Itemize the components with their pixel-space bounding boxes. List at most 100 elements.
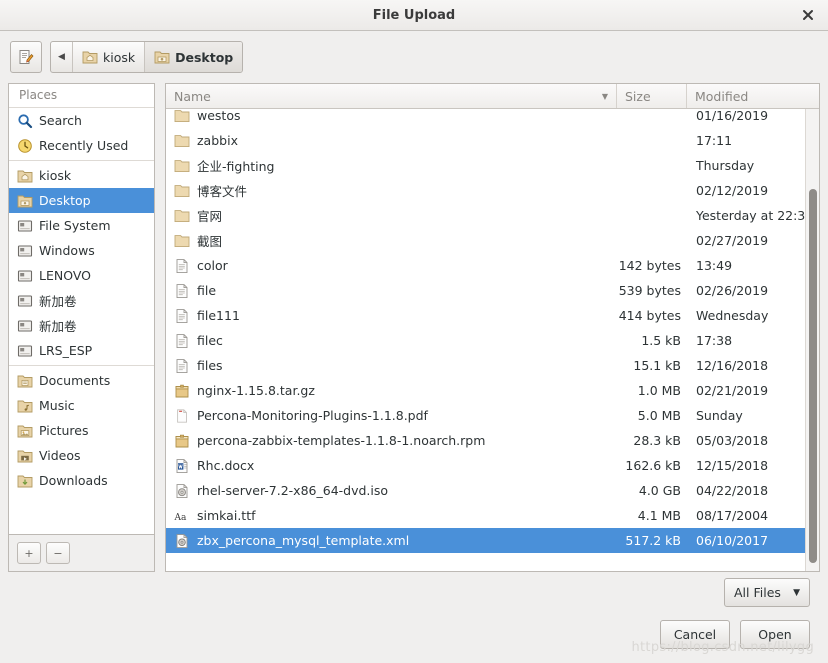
desktop-folder-icon (17, 195, 33, 207)
sidebar-item-recently-used[interactable]: Recently Used (9, 133, 154, 158)
open-button[interactable]: Open (740, 620, 810, 649)
remove-bookmark-button[interactable]: − (46, 542, 70, 564)
sidebar-item-documents[interactable]: Documents (9, 368, 154, 393)
sort-descending-icon: ▼ (601, 91, 608, 101)
file-name-cell: percona-zabbix-templates-1.1.8-1.noarch.… (166, 433, 617, 449)
file-type-filter-dropdown[interactable]: All Files ▼ (724, 578, 810, 607)
file-modified-cell: 02/27/2019 (696, 233, 769, 248)
table-row[interactable]: 截图 02/27/2019 (166, 228, 819, 253)
add-bookmark-button[interactable]: + (17, 542, 41, 564)
folder-icon (174, 184, 190, 197)
file-size-cell: 4.1 MB (637, 508, 681, 523)
file-browser: Name ▼ Size Modified westos 01/16/2019 zab… (165, 83, 820, 572)
drive-icon (17, 244, 33, 257)
file-modified-cell: Sunday (696, 408, 743, 423)
table-row[interactable]: color 142 bytes 13:49 (166, 253, 819, 278)
file-name-cell: nginx-1.15.8.tar.gz (166, 383, 617, 399)
table-row[interactable]: Rhc.docx 162.6 kB 12/15/2018 (166, 453, 819, 478)
home-folder-icon (17, 170, 33, 182)
sidebar-item-lrs_esp[interactable]: LRS_ESP (9, 338, 154, 363)
archive-icon (175, 384, 189, 397)
table-row[interactable]: rhel-server-7.2-x86_64-dvd.iso 4.0 GB 04/2… (166, 478, 819, 503)
sidebar-item-新加卷[interactable]: 新加卷 (9, 288, 154, 313)
breadcrumb-item-desktop[interactable]: Desktop (145, 42, 243, 72)
file-modified-cell: Yesterday at 22:37 (696, 208, 814, 223)
table-row[interactable]: file111 414 bytes Wednesday (166, 303, 819, 328)
sidebar-item-label: Documents (39, 373, 111, 388)
file-name-label: 企业-fighting (197, 159, 275, 174)
sidebar-item-label: LRS_ESP (39, 343, 93, 358)
sidebar-item-windows[interactable]: Windows (9, 238, 154, 263)
table-row[interactable]: 企业-fighting Thursday (166, 153, 819, 178)
breadcrumb-item-kiosk[interactable]: kiosk (73, 42, 146, 72)
file-modified-cell: 02/21/2019 (696, 383, 769, 398)
sidebar-item-pictures[interactable]: Pictures (9, 418, 154, 443)
sidebar-item-desktop[interactable]: Desktop (9, 188, 154, 213)
file-name-label: zbx_percona_mysql_template.xml (197, 533, 410, 548)
folder-icon (174, 234, 190, 247)
file-name-cell: 博客文件 (166, 181, 617, 200)
table-row[interactable]: Aa simkai.ttf 4.1 MB 08/17/2004 (166, 503, 819, 528)
documents-folder-icon (17, 375, 33, 387)
sidebar-item-label: Videos (39, 448, 81, 463)
column-header-size[interactable]: Size (617, 84, 687, 108)
column-header-name-label: Name (174, 88, 211, 104)
table-row[interactable]: filec 1.5 kB 17:38 (166, 328, 819, 353)
table-row[interactable]: nginx-1.15.8.tar.gz 1.0 MB 02/21/2019 (166, 378, 819, 403)
text-file-icon (176, 333, 188, 348)
cancel-button[interactable]: Cancel (660, 620, 730, 649)
file-modified-cell: 02/26/2019 (696, 283, 769, 298)
sidebar-item-label: Windows (39, 243, 95, 258)
type-path-button[interactable] (10, 41, 42, 73)
close-icon[interactable] (798, 5, 818, 25)
sidebar-item-file-system[interactable]: File System (9, 213, 154, 238)
table-row[interactable]: percona-zabbix-templates-1.1.8-1.noarch.… (166, 428, 819, 453)
text-file-icon (176, 283, 188, 298)
file-modified-cell: 12/16/2018 (696, 358, 769, 373)
sidebar-item-kiosk[interactable]: kiosk (9, 163, 154, 188)
table-row[interactable]: file 539 bytes 02/26/2019 (166, 278, 819, 303)
file-modified-cell: 08/17/2004 (696, 508, 769, 523)
drive-icon (17, 294, 33, 307)
downloads-folder-icon (17, 475, 33, 487)
scrollbar-thumb[interactable] (809, 189, 817, 563)
file-size-cell: 5.0 MB (637, 408, 681, 423)
breadcrumb-label: Desktop (175, 49, 234, 65)
dialog-body: Places Search Recently Used kiosk Desktop Fi… (0, 83, 828, 572)
table-row[interactable]: zabbix 17:11 (166, 128, 819, 153)
file-name-label: rhel-server-7.2-x86_64-dvd.iso (197, 483, 389, 498)
vertical-scrollbar[interactable] (805, 109, 819, 571)
table-row[interactable]: 博客文件 02/12/2019 (166, 178, 819, 203)
sidebar-item-music[interactable]: Music (9, 393, 154, 418)
folder-icon (174, 134, 190, 147)
file-name-label: 博客文件 (197, 184, 248, 199)
file-name-label: color (197, 258, 228, 273)
sidebar-item-新加卷[interactable]: 新加卷 (9, 313, 154, 338)
places-sidebar: Places Search Recently Used kiosk Desktop Fi… (8, 83, 155, 572)
sidebar-item-label: 新加卷 (39, 319, 77, 334)
title-bar: File Upload (0, 0, 828, 31)
column-header-name[interactable]: Name ▼ (166, 84, 617, 108)
folder-icon (174, 159, 190, 172)
sidebar-item-videos[interactable]: Videos (9, 443, 154, 468)
file-name-cell: rhel-server-7.2-x86_64-dvd.iso (166, 483, 617, 499)
table-row[interactable]: zbx_percona_mysql_template.xml 517.2 kB 06… (166, 528, 819, 553)
column-header-modified[interactable]: Modified (687, 84, 819, 108)
file-size-cell: 517.2 kB (625, 533, 681, 548)
table-row[interactable]: westos 01/16/2019 (166, 109, 819, 128)
file-name-cell: zbx_percona_mysql_template.xml (166, 533, 617, 549)
file-size-cell: 162.6 kB (625, 458, 681, 473)
breadcrumb-back-button[interactable]: ◀ (51, 42, 73, 72)
file-name-cell: Percona-Monitoring-Plugins-1.1.8.pdf (166, 408, 617, 424)
file-modified-cell: Wednesday (696, 308, 769, 323)
sidebar-item-downloads[interactable]: Downloads (9, 468, 154, 493)
file-modified-cell: 05/03/2018 (696, 433, 769, 448)
table-row[interactable]: Percona-Monitoring-Plugins-1.1.8.pdf 5.0 … (166, 403, 819, 428)
sidebar-item-lenovo[interactable]: LENOVO (9, 263, 154, 288)
table-row[interactable]: 官网 Yesterday at 22:37 (166, 203, 819, 228)
file-name-cell: Aa simkai.ttf (166, 508, 617, 524)
sidebar-item-search[interactable]: Search (9, 108, 154, 133)
file-name-label: Rhc.docx (197, 458, 255, 473)
table-row[interactable]: files 15.1 kB 12/16/2018 (166, 353, 819, 378)
file-modified-cell: 02/12/2019 (696, 183, 769, 198)
